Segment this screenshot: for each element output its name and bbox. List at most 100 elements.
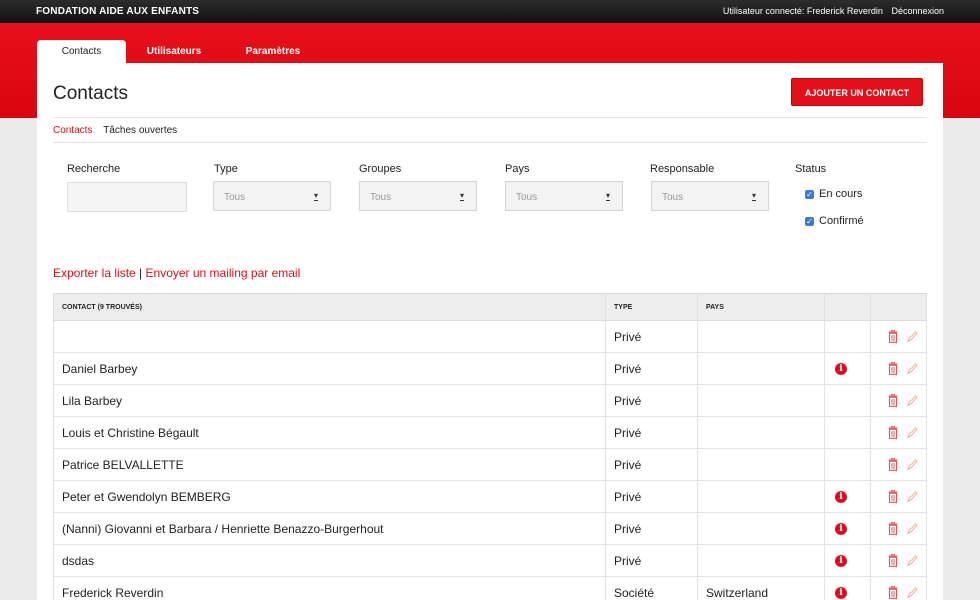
table-row[interactable]: Patrice BELVALLETTE Privé (53, 449, 927, 481)
type-label: Type (214, 163, 238, 175)
owner-select[interactable]: Tous ▾ (651, 181, 769, 211)
subnav-contacts[interactable]: Contacts (53, 125, 92, 136)
info-icon[interactable]: i (835, 587, 847, 599)
column-divider (870, 513, 871, 544)
info-icon[interactable]: i (835, 491, 847, 503)
column-divider (605, 294, 606, 320)
table-row[interactable]: Peter et Gwendolyn BEMBERG Privé i (53, 481, 927, 513)
groups-select[interactable]: Tous ▾ (359, 181, 477, 211)
contact-type: Privé (614, 362, 642, 376)
column-divider (824, 481, 825, 512)
contact-type: Privé (614, 490, 642, 504)
divider (53, 117, 927, 118)
dropdown-arrow-icon: ▾ (313, 191, 318, 201)
contact-type: Privé (614, 522, 642, 536)
column-divider (605, 353, 606, 384)
column-header-contact[interactable]: CONTACT (9 TROUVÉS) (62, 304, 142, 311)
trash-icon[interactable] (888, 394, 898, 407)
contact-type: Privé (614, 330, 642, 344)
trash-icon[interactable] (888, 554, 898, 567)
pencil-icon[interactable] (906, 426, 918, 439)
column-header-type[interactable]: TYPE (614, 304, 632, 311)
table-row[interactable]: (Nanni) Giovanni et Barbara / Henriette … (53, 513, 927, 545)
contact-type: Privé (614, 394, 642, 408)
column-divider (824, 577, 825, 600)
pencil-icon[interactable] (906, 458, 918, 471)
contact-name[interactable]: Lila Barbey (62, 394, 122, 408)
status-confirmed-checkbox[interactable]: ✓ Confirmé (805, 215, 864, 227)
trash-icon[interactable] (888, 362, 898, 375)
trash-icon[interactable] (888, 490, 898, 503)
pencil-icon[interactable] (906, 522, 918, 535)
dropdown-arrow-icon: ▾ (459, 191, 464, 201)
table-header: CONTACT (9 TROUVÉS) TYPE PAYS (53, 293, 927, 321)
owner-select-value: Tous (662, 192, 684, 203)
export-list-link[interactable]: Exporter la liste (53, 266, 136, 280)
column-divider (697, 481, 698, 512)
tab-contacts[interactable]: Contacts (37, 40, 126, 64)
column-divider (870, 385, 871, 416)
table-row[interactable]: dsdas Privé i (53, 545, 927, 577)
pencil-icon[interactable] (906, 586, 918, 599)
trash-icon[interactable] (888, 330, 898, 343)
add-contact-button[interactable]: AJOUTER UN CONTACT (791, 78, 923, 106)
country-select[interactable]: Tous ▾ (505, 181, 623, 211)
column-header-country[interactable]: PAYS (706, 304, 724, 311)
table-row[interactable]: Frederick Reverdin Société Switzerland i (53, 577, 927, 600)
trash-icon[interactable] (888, 586, 898, 599)
pencil-icon[interactable] (906, 554, 918, 567)
tab-settings[interactable]: Paramètres (233, 40, 313, 64)
column-divider (870, 545, 871, 576)
info-icon[interactable]: i (835, 363, 847, 375)
search-label: Recherche (67, 163, 121, 175)
pencil-icon[interactable] (906, 330, 918, 343)
groups-select-value: Tous (370, 192, 392, 203)
country-label: Pays (505, 163, 530, 175)
dropdown-arrow-icon: ▾ (605, 191, 610, 201)
subnav-open-tasks[interactable]: Tâches ouvertes (103, 125, 177, 136)
column-divider (870, 353, 871, 384)
column-divider (605, 513, 606, 544)
pencil-icon[interactable] (906, 490, 918, 503)
column-divider (824, 353, 825, 384)
contact-name[interactable]: Daniel Barbey (62, 362, 137, 376)
type-select[interactable]: Tous ▾ (213, 181, 331, 211)
info-icon[interactable]: i (835, 523, 847, 535)
column-divider (697, 385, 698, 416)
logout-link[interactable]: Déconnexion (891, 6, 944, 16)
user-info: Utilisateur connecté: Frederick Reverdin… (717, 6, 944, 16)
divider (53, 142, 927, 143)
status-label: Status (795, 163, 827, 175)
table-row[interactable]: Louis et Christine Bégault Privé (53, 417, 927, 449)
column-divider (824, 545, 825, 576)
column-divider (697, 545, 698, 576)
contact-name[interactable]: Frederick Reverdin (62, 586, 163, 600)
column-divider (605, 577, 606, 600)
column-divider (824, 417, 825, 448)
table-row[interactable]: Lila Barbey Privé (53, 385, 927, 417)
contact-name[interactable]: Louis et Christine Bégault (62, 426, 199, 440)
info-icon[interactable]: i (835, 555, 847, 567)
pencil-icon[interactable] (906, 394, 918, 407)
status-in-progress-checkbox[interactable]: ✓ En cours (805, 188, 862, 200)
trash-icon[interactable] (888, 426, 898, 439)
trash-icon[interactable] (888, 522, 898, 535)
search-input[interactable] (67, 182, 187, 212)
contact-name[interactable]: dsdas (62, 554, 94, 568)
contact-name[interactable]: Patrice BELVALLETTE (62, 458, 184, 472)
separator: | (139, 266, 143, 280)
contact-name[interactable]: Peter et Gwendolyn BEMBERG (62, 490, 231, 504)
tab-users[interactable]: Utilisateurs (136, 40, 212, 64)
table-row[interactable]: Daniel Barbey Privé i (53, 353, 927, 385)
contact-name[interactable]: (Nanni) Giovanni et Barbara / Henriette … (62, 522, 384, 536)
contact-type: Privé (614, 554, 642, 568)
trash-icon[interactable] (888, 458, 898, 471)
column-divider (697, 577, 698, 600)
country-select-value: Tous (516, 192, 538, 203)
owner-label: Responsable (650, 163, 715, 175)
send-mailing-link[interactable]: Envoyer un mailing par email (146, 266, 301, 280)
pencil-icon[interactable] (906, 362, 918, 375)
table-row[interactable]: Privé (53, 321, 927, 353)
column-divider (697, 353, 698, 384)
column-divider (824, 321, 825, 352)
